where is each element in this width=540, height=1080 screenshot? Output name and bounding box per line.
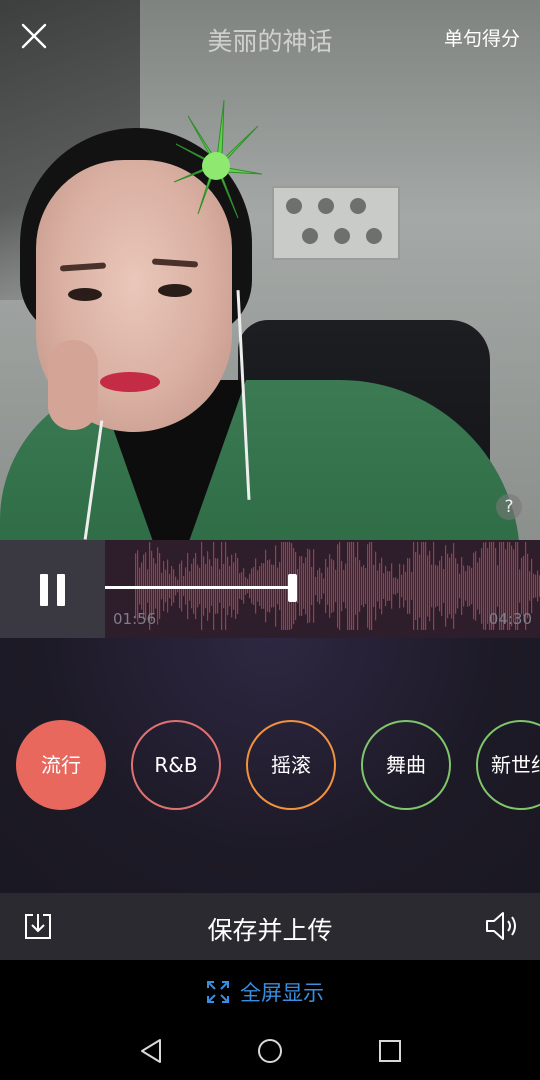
volume-icon <box>486 912 516 940</box>
nav-home-button[interactable] <box>255 1036 285 1066</box>
current-time: 01:56 <box>113 610 157 628</box>
pause-button[interactable] <box>0 540 105 638</box>
window-grille <box>272 186 400 260</box>
home-icon <box>258 1039 282 1063</box>
style-selector: 流行 R&B 摇滚舞曲新世纪 <box>0 638 540 893</box>
waveform-scrubber[interactable]: 01:56 04:30 <box>105 540 540 638</box>
save-and-upload-button[interactable]: 保存并上传 <box>0 911 540 947</box>
back-icon <box>141 1039 161 1063</box>
nav-back-button[interactable] <box>136 1036 166 1066</box>
progress-handle[interactable] <box>288 574 297 602</box>
top-bar: 美丽的神话 单句得分 <box>0 0 540 72</box>
nav-recents-button[interactable] <box>375 1036 405 1066</box>
help-button[interactable]: ? <box>496 494 522 520</box>
fullscreen-row: 全屏显示 <box>0 960 540 1022</box>
progress-line <box>105 586 292 589</box>
system-nav-bar <box>0 1022 540 1080</box>
sentence-score-button[interactable]: 单句得分 <box>444 24 520 51</box>
style-chip[interactable]: 新世纪 <box>476 720 540 810</box>
volume-button[interactable] <box>484 909 520 943</box>
save-bar: 保存并上传 <box>0 893 540 960</box>
hand <box>48 340 98 430</box>
hair-flower <box>173 99 263 219</box>
waveform <box>135 542 540 630</box>
player-strip: 01:56 04:30 <box>0 540 540 638</box>
fullscreen-icon <box>207 981 229 1003</box>
style-chip[interactable]: 舞曲 <box>361 720 451 810</box>
style-chip[interactable]: R&B <box>131 720 221 810</box>
recents-icon <box>379 1040 401 1062</box>
screen: 美丽的神话 单句得分 ? 01:56 04:30 流行 R&B 摇滚舞曲新世纪 <box>0 0 540 1080</box>
video-preview[interactable] <box>0 0 540 540</box>
total-time: 04:30 <box>488 610 532 628</box>
style-chip[interactable]: 摇滚 <box>246 720 336 810</box>
fullscreen-button[interactable]: 全屏显示 <box>206 978 324 1006</box>
lips <box>100 372 160 392</box>
style-chip[interactable]: 流行 <box>16 720 106 810</box>
fullscreen-label: 全屏显示 <box>240 981 324 1005</box>
